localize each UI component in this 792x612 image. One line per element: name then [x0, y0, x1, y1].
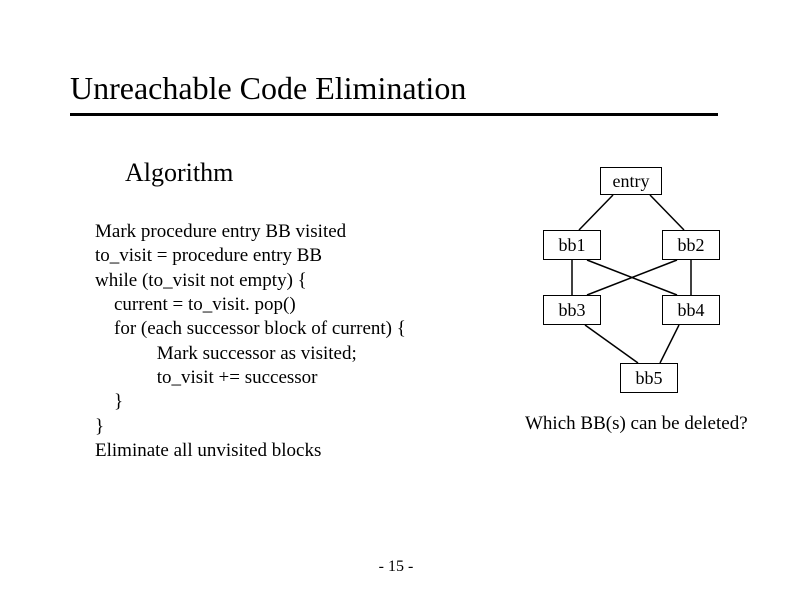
node-label: bb4	[678, 300, 705, 321]
node-label: bb2	[678, 235, 705, 256]
algo-line: Mark procedure entry BB visited	[95, 221, 346, 242]
algo-line: to_visit = procedure entry BB	[95, 245, 322, 266]
subtitle: Algorithm	[125, 158, 233, 188]
node-bb5: bb5	[620, 363, 678, 393]
node-label: bb5	[636, 368, 663, 389]
slide: Unreachable Code Elimination Algorithm M…	[0, 0, 792, 612]
algo-line: current = to_visit. pop()	[95, 294, 296, 315]
cfg-diagram: entry bb1 bb2 bb3 bb4 bb5	[525, 155, 770, 425]
title-rule	[70, 113, 718, 116]
node-bb3: bb3	[543, 295, 601, 325]
algo-line: Mark successor as visited;	[95, 343, 357, 364]
node-bb4: bb4	[662, 295, 720, 325]
page-number: - 15 -	[0, 558, 792, 576]
algo-line: for (each successor block of current) {	[95, 318, 406, 339]
algo-line: Eliminate all unvisited blocks	[95, 440, 321, 461]
algo-line: to_visit += successor	[95, 367, 318, 388]
algo-line: }	[95, 416, 104, 437]
node-bb2: bb2	[662, 230, 720, 260]
algorithm-text: Mark procedure entry BB visited to_visit…	[95, 220, 406, 463]
node-label: entry	[613, 171, 650, 192]
algo-line: while (to_visit not empty) {	[95, 270, 307, 291]
algo-line: }	[95, 391, 123, 412]
node-label: bb1	[559, 235, 586, 256]
node-entry: entry	[600, 167, 662, 195]
node-bb1: bb1	[543, 230, 601, 260]
page-title: Unreachable Code Elimination	[70, 70, 466, 107]
node-label: bb3	[559, 300, 586, 321]
